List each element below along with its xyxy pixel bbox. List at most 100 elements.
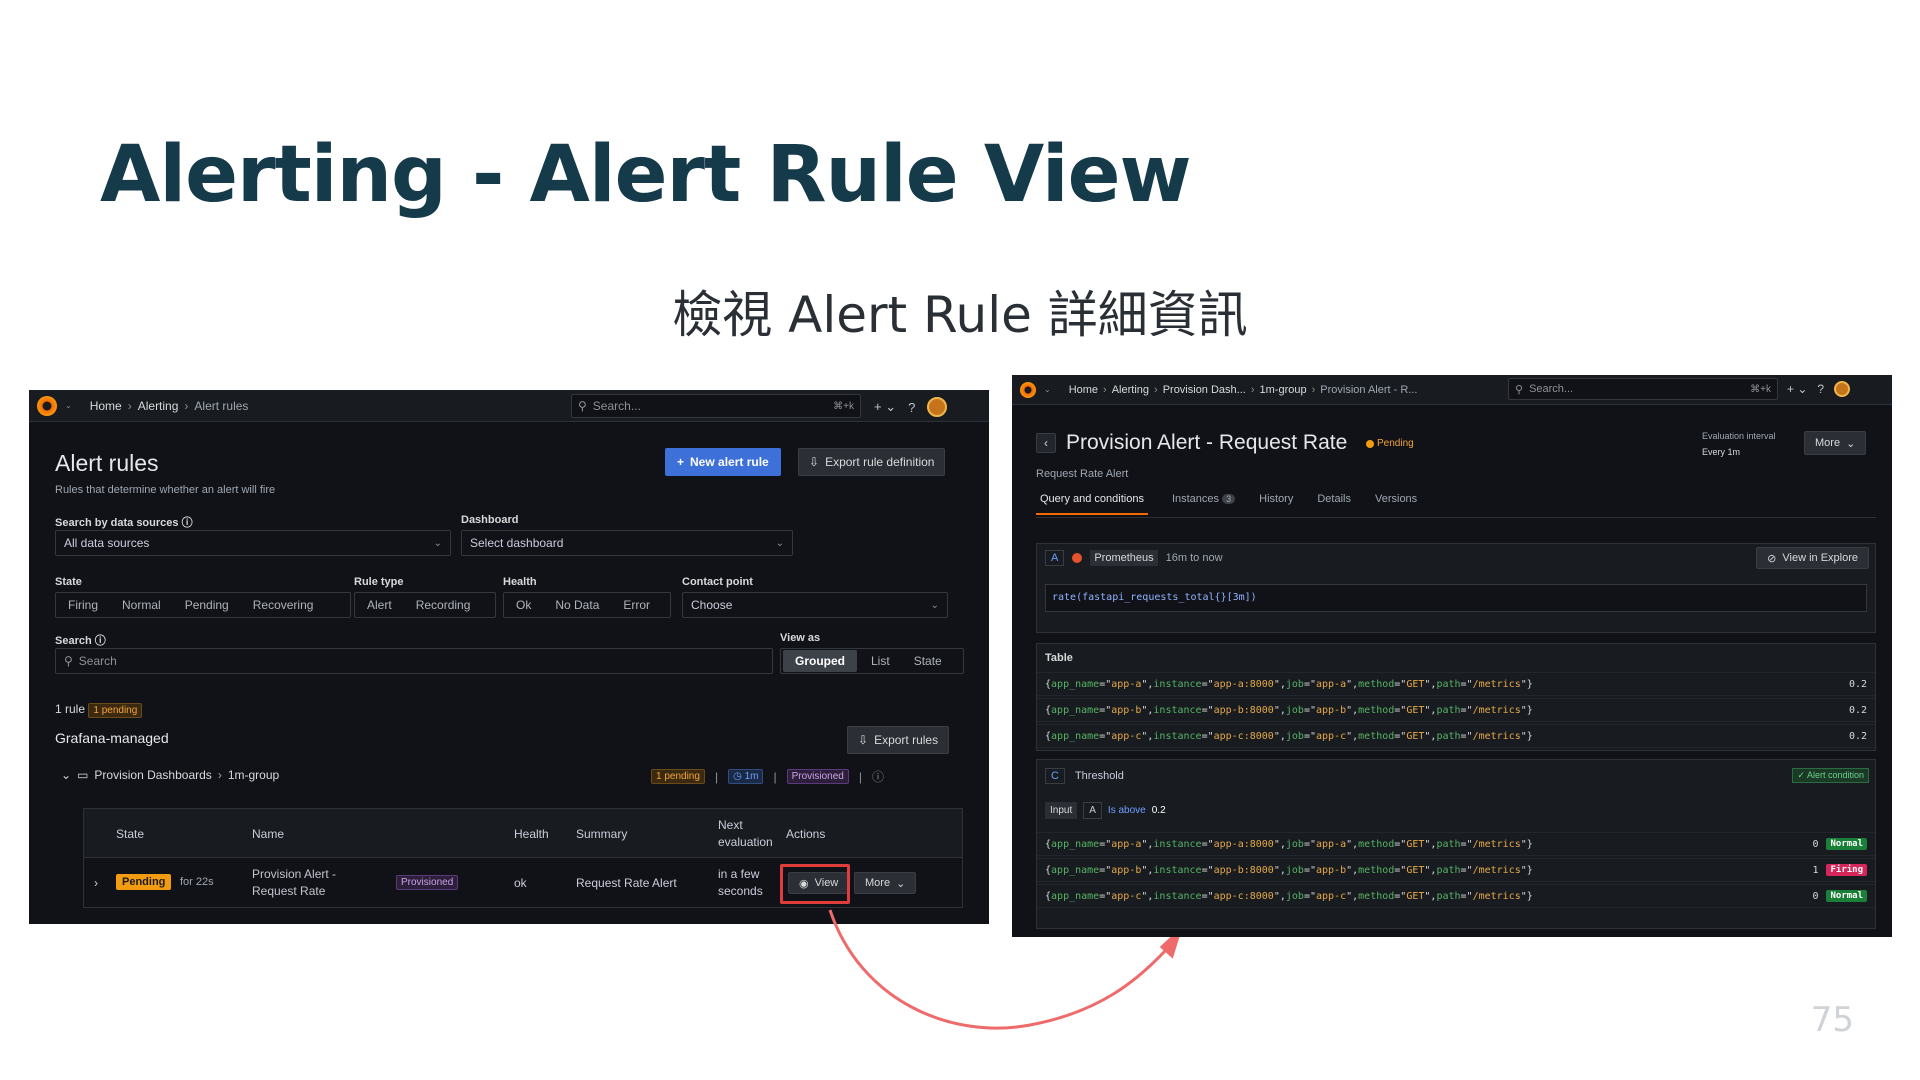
breadcrumb-alerting[interactable]: Alerting [138, 399, 179, 413]
threshold-header: C Threshold [1045, 768, 1124, 784]
tab-divider [1036, 517, 1876, 518]
breadcrumb-alerting[interactable]: Alerting [1112, 384, 1149, 396]
more-button[interactable]: More ⌄ [854, 872, 917, 894]
rule-search-input[interactable]: ⚲ Search [55, 648, 773, 674]
avatar[interactable] [1834, 381, 1851, 397]
view-grouped[interactable]: Grouped [783, 650, 857, 672]
table-label: Table [1045, 652, 1073, 664]
tab-details[interactable]: Details [1317, 491, 1351, 515]
search-label: Search ⓘ [55, 635, 106, 647]
contact-point-select[interactable]: Choose ⌄ [682, 592, 948, 618]
clock-icon: ◷ [733, 771, 742, 782]
instance-state-badge: Normal [1826, 890, 1867, 902]
grafana-logo-icon[interactable] [37, 395, 57, 416]
rule-name[interactable]: Provision Alert - Request Rate [252, 866, 362, 900]
slide: Alerting - Alert Rule View 檢視 Alert Rule… [0, 0, 1920, 1080]
view-state[interactable]: State [902, 654, 954, 668]
help-icon[interactable]: ? [1817, 382, 1824, 396]
breadcrumb-folder[interactable]: Provision Dash... [1163, 384, 1246, 396]
col-summary: Summary [576, 827, 628, 841]
add-icon[interactable]: + ⌄ [874, 399, 896, 415]
health-ok[interactable]: Ok [504, 598, 543, 612]
add-icon[interactable]: + ⌄ [1787, 382, 1807, 396]
provisioned-tag: Provisioned [396, 875, 459, 890]
breadcrumb: Home › Alerting › Alert rules [89, 398, 249, 413]
breadcrumb-home[interactable]: Home [1069, 384, 1098, 396]
rule-title: Provision Alert - Request Rate [1066, 431, 1348, 454]
dashboard-select[interactable]: Select dashboard ⌄ [461, 530, 793, 556]
search-icon: ⚲ [64, 654, 73, 668]
health-nodata[interactable]: No Data [543, 598, 611, 612]
export-rule-definition-button[interactable]: ⇩ Export rule definition [798, 448, 946, 476]
info-icon[interactable]: ⓘ [872, 768, 884, 785]
rule-group-header[interactable]: ⌄ ▭ Provision Dashboards › 1m-group [61, 768, 279, 782]
instances-count: 3 [1222, 494, 1236, 504]
rule-type-recording[interactable]: Recording [404, 598, 483, 612]
label-path: /metrics [1472, 838, 1521, 850]
tab-history[interactable]: History [1259, 491, 1293, 515]
export-rules-button[interactable]: ⇩ Export rules [847, 726, 950, 754]
label-app: app-a [1111, 678, 1142, 690]
label-instance: app-a:8000 [1213, 838, 1274, 850]
rule-health: ok [514, 876, 527, 890]
label-app: app-b [1111, 864, 1142, 876]
chevron-left-icon: ‹ [1044, 436, 1048, 450]
alert-condition-tag: ✓ Alert condition [1792, 768, 1869, 783]
label-method: GET [1406, 730, 1425, 742]
table-row: {app_name =" app-a ", instance =" app-a:8000 "… [1037, 672, 1875, 696]
time-range: 16m to now [1165, 552, 1223, 564]
state-option-recovering[interactable]: Recovering [241, 598, 326, 612]
health-error[interactable]: Error [611, 598, 662, 612]
dashboard-filter-label: Dashboard [461, 514, 519, 526]
next-evaluation: in a few seconds [718, 867, 763, 898]
label-method: GET [1406, 890, 1425, 902]
alert-rule-view-screenshot: ⌄ Home › Alerting › Provision Dash... › 1m-… [1012, 375, 1892, 937]
view-as-label: View as [780, 632, 821, 644]
global-search-input[interactable]: ⚲ Search... ⌘+k [1508, 378, 1778, 400]
tab-instances[interactable]: Instances 3 [1172, 491, 1236, 515]
input-label: Input [1045, 802, 1078, 819]
instance-state-badge: Firing [1826, 864, 1867, 876]
label-instance: app-c:8000 [1213, 730, 1274, 742]
breadcrumb-group[interactable]: 1m-group [1260, 384, 1307, 396]
global-search-input[interactable]: ⚲ Search... ⌘+k [571, 394, 861, 418]
section-title: Grafana-managed [55, 730, 169, 746]
col-name: Name [252, 827, 285, 841]
view-list[interactable]: List [859, 654, 902, 668]
status-indicator: Pending [1366, 438, 1414, 449]
label-app: app-c [1111, 890, 1142, 902]
chevron-right-icon[interactable]: › [94, 876, 98, 890]
rule-type-filter: Alert Recording [354, 592, 496, 618]
folder-icon: ▭ [77, 768, 89, 782]
compass-icon: ⊘ [1767, 552, 1777, 565]
help-icon[interactable]: ? [908, 400, 915, 415]
datasource-select[interactable]: All data sources ⌄ [55, 530, 451, 556]
state-option-pending[interactable]: Pending [173, 598, 241, 612]
table-panel: Table {app_name =" app-a ", instance =" app-a… [1036, 643, 1876, 751]
state-option-normal[interactable]: Normal [110, 598, 173, 612]
tab-versions[interactable]: Versions [1375, 491, 1417, 515]
avatar[interactable] [927, 397, 948, 417]
state-filter-label: State [55, 576, 82, 588]
state-filter: Firing Normal Pending Recovering [55, 592, 351, 618]
export-icon: ⇩ [858, 733, 869, 747]
search-icon: ⚲ [1515, 383, 1524, 396]
export-icon: ⇩ [809, 455, 820, 469]
label-job: app-c [1316, 730, 1347, 742]
new-alert-rule-button[interactable]: + New alert rule [665, 448, 781, 476]
state-option-firing[interactable]: Firing [56, 598, 110, 612]
eval-interval-value: Every 1m [1702, 447, 1741, 457]
breadcrumb-home[interactable]: Home [90, 399, 122, 413]
more-button[interactable]: More ⌄ [1804, 431, 1867, 455]
threshold-expression: Input A Is above 0.2 [1045, 802, 1166, 819]
back-button[interactable]: ‹ [1036, 433, 1056, 453]
label-path: /metrics [1472, 890, 1521, 902]
rule-type-alert[interactable]: Alert [355, 598, 404, 612]
col-next-evaluation: Next evaluation [718, 818, 773, 849]
tab-query-and-conditions[interactable]: Query and conditions [1036, 491, 1148, 515]
view-in-explore-button[interactable]: ⊘ View in Explore [1756, 547, 1869, 569]
grafana-logo-icon[interactable] [1020, 381, 1036, 398]
group-pending-tag: 1 pending [651, 769, 705, 784]
label-path: /metrics [1472, 678, 1521, 690]
query-ref: A [1045, 550, 1065, 566]
